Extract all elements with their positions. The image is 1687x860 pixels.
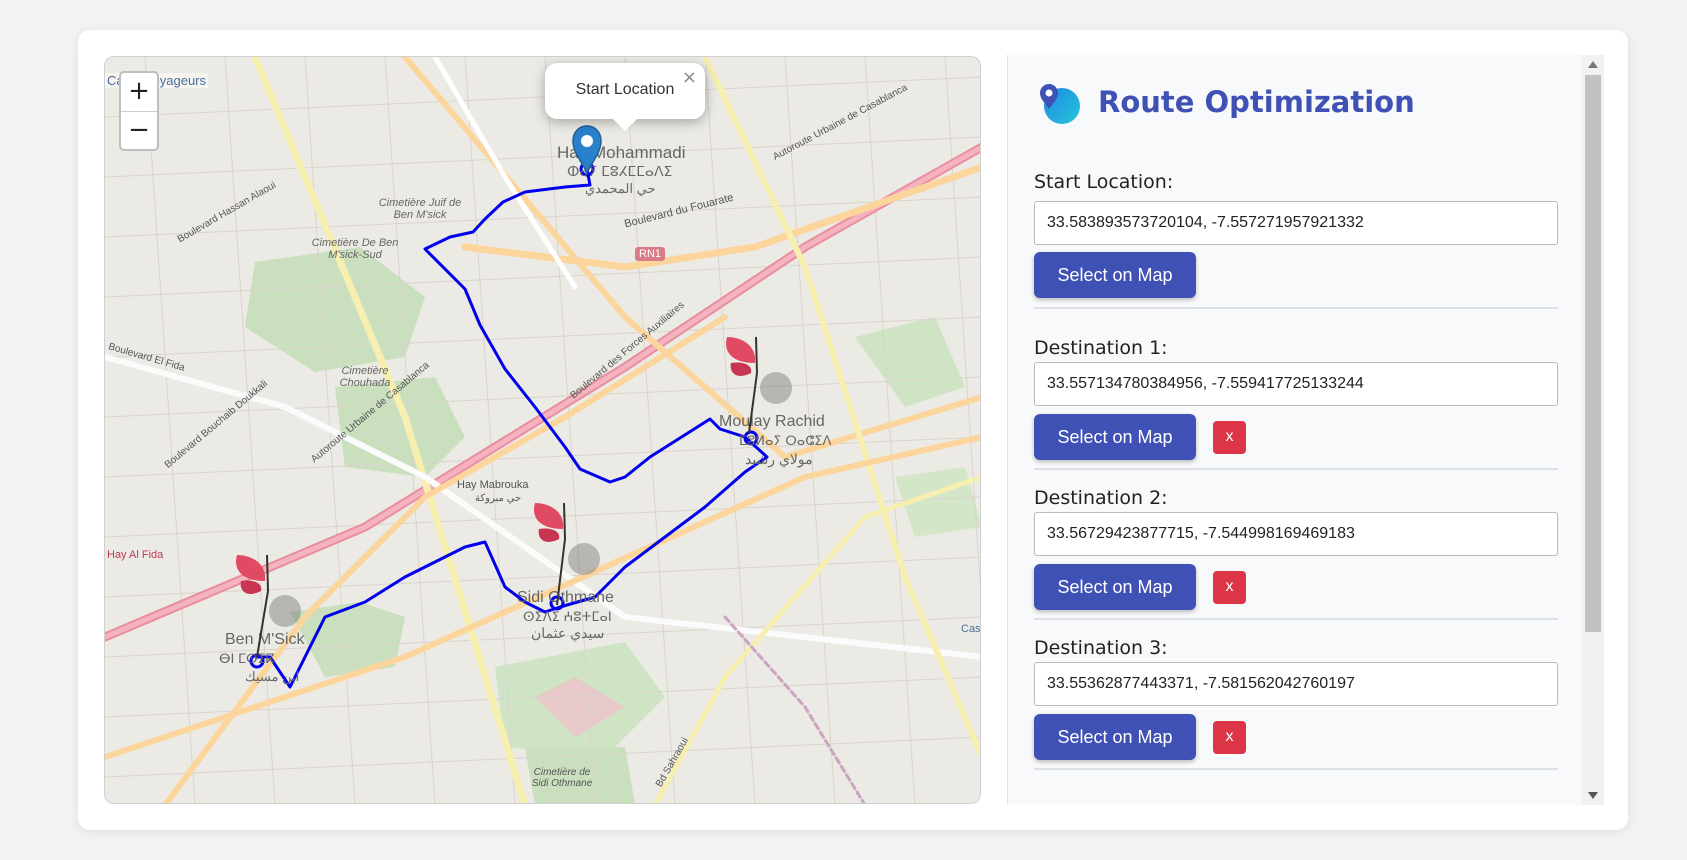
- remove-destination-2-button[interactable]: x: [1213, 571, 1246, 604]
- map-label: Cas: [961, 623, 981, 635]
- route-panel[interactable]: Route Optimization Start Location: 33.58…: [1007, 55, 1604, 805]
- map-label: سيدي عثمان: [531, 625, 605, 641]
- pin-icon[interactable]: [227, 551, 307, 661]
- scroll-down-icon[interactable]: [1588, 792, 1598, 799]
- divider: [1034, 618, 1558, 620]
- zoom-control: + −: [119, 71, 159, 151]
- divider: [1034, 307, 1558, 309]
- start-location-input[interactable]: 33.583893573720104, -7.557271957921332: [1034, 201, 1558, 245]
- divider: [1034, 468, 1558, 470]
- map-label: ابن مسيك: [245, 669, 300, 684]
- map-label: Cimetière de Sidi Othmane: [531, 767, 593, 789]
- pin-icon[interactable]: [529, 499, 609, 609]
- road-shield: RN1: [635, 247, 666, 261]
- destination-3-label: Destination 3:: [1034, 637, 1168, 659]
- map-label: Hay Mabrouka: [457, 479, 529, 491]
- scroll-up-icon[interactable]: [1588, 61, 1598, 68]
- remove-destination-1-button[interactable]: x: [1213, 421, 1246, 454]
- destination-1-label: Destination 1:: [1034, 337, 1168, 359]
- map-label: مولاي رشيد: [745, 451, 813, 467]
- map-label: Cimetière De Ben M'sick-Sud: [311, 237, 399, 261]
- map-label: حي المحمدي: [585, 181, 656, 196]
- map-label: Hay Al Fida: [107, 549, 164, 561]
- close-icon[interactable]: ×: [682, 67, 697, 88]
- remove-destination-3-button[interactable]: x: [1213, 721, 1246, 754]
- divider: [1034, 768, 1558, 770]
- select-destination-3-button[interactable]: Select on Map: [1034, 714, 1196, 760]
- route-map[interactable]: Hay Mohammadi ⵀⴰⵢ ⵎⵓⵃⵎⵎⴰⴷⵉ حي المحمدي Bo…: [104, 56, 981, 804]
- map-label: Cimetière Juif de Ben M'sick: [378, 197, 462, 221]
- zoom-out-icon[interactable]: −: [121, 111, 157, 149]
- map-tiles[interactable]: [105, 57, 981, 804]
- map-label: حي مبروكة: [475, 493, 522, 504]
- destination-3-input[interactable]: 33.55362877443371, -7.581562042760197: [1034, 662, 1558, 706]
- panel-scrollbar[interactable]: [1582, 55, 1604, 805]
- route-logo-icon: [1040, 84, 1080, 124]
- page-title: Route Optimization: [1098, 85, 1415, 119]
- start-location-popup: Start Location ×: [545, 63, 705, 131]
- map-marker-icon[interactable]: [571, 125, 603, 175]
- destination-1-input[interactable]: 33.557134780384956, -7.559417725133244: [1034, 362, 1558, 406]
- zoom-in-icon[interactable]: +: [121, 73, 157, 111]
- select-destination-1-button[interactable]: Select on Map: [1034, 414, 1196, 460]
- select-destination-2-button[interactable]: Select on Map: [1034, 564, 1196, 610]
- select-start-on-map-button[interactable]: Select on Map: [1034, 252, 1196, 298]
- map-label: ⵙⵉⴷⵉ ⵄⵓⵜⵎⴰⵏ: [523, 609, 612, 624]
- pin-icon[interactable]: [721, 333, 801, 443]
- destination-2-label: Destination 2:: [1034, 487, 1168, 509]
- start-location-label: Start Location:: [1034, 171, 1174, 193]
- destination-2-input[interactable]: 33.56729423877715, -7.544998169469183: [1034, 512, 1558, 556]
- scrollbar-thumb[interactable]: [1585, 75, 1601, 632]
